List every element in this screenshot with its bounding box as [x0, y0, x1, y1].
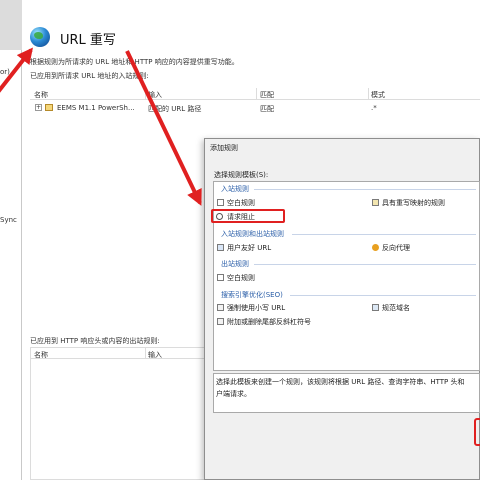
group-outbound: 出站规则 — [221, 260, 249, 268]
rule-pattern-cell[interactable]: .* — [371, 104, 377, 112]
globe-icon-land — [34, 32, 43, 39]
rule-input-cell[interactable]: 匹配的 URL 路径 — [148, 104, 201, 114]
inbound-rules-label: 已应用到所请求 URL 地址的入站规则: — [30, 72, 149, 80]
template-outbound-blank-rule[interactable]: 空白规则 — [227, 273, 255, 283]
page-description: 根据规则为所请求的 URL 地址和 HTTP 响应的内容提供重写功能。 — [30, 58, 239, 66]
template-rewrite-map[interactable]: 具有重写映射的规则 — [382, 198, 445, 208]
rule-name-cell[interactable]: EEMS M1.1 PowerSh... — [57, 104, 135, 112]
trailing-slash-icon — [217, 318, 224, 325]
group-divider — [292, 234, 476, 235]
template-description-line: 选择此模板来创建一个规则，该规则将根据 URL 路径、查询字符串、HTTP 头和 — [216, 378, 465, 386]
highlight-request-block — [211, 209, 285, 223]
left-panel-sync-text: Sync — [0, 216, 17, 224]
rule-match-cell[interactable]: 匹配 — [260, 104, 274, 114]
template-friendly-url[interactable]: 用户友好 URL — [227, 243, 271, 253]
blank-rule-icon — [217, 199, 224, 206]
outbound-rules-label: 已应用到 HTTP 响应头或内容的出站规则: — [30, 337, 160, 345]
highlight-ok-button[interactable] — [474, 418, 480, 446]
group-inbound-outbound: 入站规则和出站规则 — [221, 230, 284, 238]
page-title: URL 重写 — [60, 33, 116, 48]
friendly-url-icon — [217, 244, 224, 251]
group-divider — [290, 295, 476, 296]
column-divider[interactable] — [145, 88, 146, 100]
column-pattern[interactable]: 模式 — [371, 90, 385, 100]
folder-icon — [45, 104, 53, 111]
column-match[interactable]: 匹配 — [260, 90, 274, 100]
template-blank-rule[interactable]: 空白规则 — [227, 198, 255, 208]
choose-template-label: 选择规则模板(S): — [214, 171, 269, 179]
column-divider[interactable] — [145, 347, 146, 359]
dialog-title: 添加规则 — [210, 144, 238, 152]
template-reverse-proxy[interactable]: 反向代理 — [382, 243, 410, 253]
outbound-grid-header — [30, 347, 210, 359]
outbound-grid — [30, 347, 210, 480]
blank-rule-icon — [217, 274, 224, 281]
left-panel-text: or) — [0, 68, 10, 76]
column-name[interactable]: 名称 — [34, 350, 48, 360]
column-name[interactable]: 名称 — [34, 90, 48, 100]
template-description-line: 户端请求。 — [216, 390, 251, 398]
column-input[interactable]: 输入 — [148, 350, 162, 360]
template-trailing-slash[interactable]: 附加或删除尾部反斜杠符号 — [227, 317, 311, 327]
reverse-proxy-icon — [372, 244, 379, 251]
rewrite-map-icon — [372, 199, 379, 206]
group-divider — [254, 189, 476, 190]
left-panel-header — [0, 0, 22, 50]
group-inbound: 入站规则 — [221, 185, 249, 193]
template-lowercase-url[interactable]: 强制使用小写 URL — [227, 303, 285, 313]
canonical-domain-icon — [372, 304, 379, 311]
group-divider — [254, 264, 476, 265]
column-divider[interactable] — [256, 88, 257, 100]
group-seo: 搜索引擎优化(SEO) — [221, 291, 283, 299]
column-divider[interactable] — [368, 88, 369, 100]
expand-icon[interactable]: + — [35, 104, 42, 111]
lowercase-url-icon — [217, 304, 224, 311]
template-canonical-domain[interactable]: 规范域名 — [382, 303, 410, 313]
column-input[interactable]: 输入 — [148, 90, 162, 100]
inbound-grid-header — [30, 88, 480, 100]
